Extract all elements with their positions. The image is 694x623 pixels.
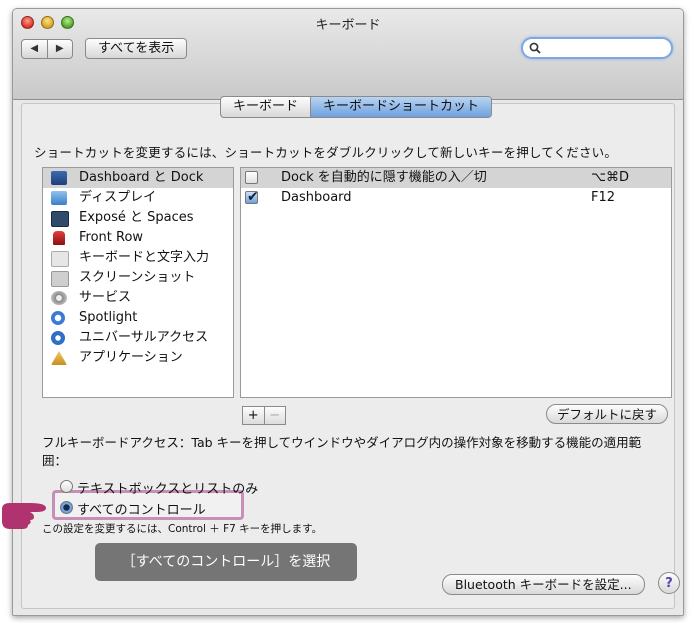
category-label: Front Row bbox=[79, 230, 144, 245]
category-item-display[interactable]: ディスプレイ bbox=[43, 188, 233, 208]
forward-button[interactable]: ▶ bbox=[48, 40, 73, 58]
front-row-icon bbox=[53, 231, 65, 245]
back-button[interactable]: ◀ bbox=[22, 40, 48, 58]
radio-all-controls[interactable] bbox=[60, 501, 73, 514]
category-item-spotlight[interactable]: Spotlight bbox=[43, 308, 233, 328]
universal-access-icon bbox=[51, 331, 65, 345]
category-item-front-row[interactable]: Front Row bbox=[43, 228, 233, 248]
category-label: Exposé と Spaces bbox=[79, 210, 194, 225]
content-area: キーボード キーボードショートカット ショートカットを変更するには、ショートカッ… bbox=[13, 96, 683, 615]
tab-panel: キーボード キーボードショートカット ショートカットを変更するには、ショートカッ… bbox=[21, 96, 680, 609]
search-input[interactable] bbox=[521, 37, 673, 59]
shortcut-checkbox[interactable] bbox=[245, 171, 258, 184]
add-shortcut-button[interactable]: + bbox=[243, 407, 264, 424]
category-label: サービス bbox=[79, 290, 132, 305]
shortcut-note: この設定を変更するには、Control ＋ F7 キーを押します。 bbox=[42, 523, 323, 535]
full-keyboard-access-description: フルキーボードアクセス：Tab キーを押してウインドウやダイアログ内の操作対象を… bbox=[42, 435, 642, 468]
shortcut-table[interactable]: Dock を自動的に隠す機能の入／切 ⌥⌘D ✔ Dashboard F12 bbox=[240, 167, 672, 398]
tab-keyboard-shortcuts[interactable]: キーボードショートカット bbox=[310, 97, 492, 117]
gear-icon bbox=[51, 291, 67, 305]
category-item-universal-access[interactable]: ユニバーサルアクセス bbox=[43, 328, 233, 348]
show-all-button[interactable]: すべてを表示 bbox=[85, 38, 188, 59]
window-title: キーボード bbox=[315, 18, 381, 33]
dashboard-icon bbox=[51, 171, 67, 185]
instruction-text: ショートカットを変更するには、ショートカットをダブルクリックして新しいキーを押し… bbox=[34, 145, 618, 160]
search-icon bbox=[529, 42, 541, 57]
category-label: Spotlight bbox=[79, 310, 138, 325]
tab-keyboard[interactable]: キーボード bbox=[221, 97, 310, 117]
radio-label: すべてのコントロール bbox=[77, 503, 206, 518]
table-row[interactable]: ✔ Dashboard F12 bbox=[241, 188, 671, 208]
category-label: Dashboard と Dock bbox=[79, 170, 204, 185]
callout-label: ［すべてのコントロール］を選択 bbox=[95, 543, 357, 581]
checkmark-icon: ✔ bbox=[247, 189, 259, 205]
category-label: スクリーンショット bbox=[79, 270, 196, 285]
category-list[interactable]: Dashboard と Dock ディスプレイ Exposé と Spaces … bbox=[42, 167, 234, 398]
category-item-applications[interactable]: アプリケーション bbox=[43, 348, 233, 368]
spotlight-icon bbox=[51, 311, 65, 325]
help-button[interactable]: ? bbox=[658, 572, 680, 594]
shortcut-key[interactable]: ⌥⌘D bbox=[591, 168, 629, 188]
display-icon bbox=[51, 191, 67, 205]
radio-text-boxes-lists[interactable] bbox=[60, 480, 73, 493]
tab-bar: キーボード キーボードショートカット bbox=[220, 96, 493, 118]
add-remove-buttons: + − bbox=[242, 406, 286, 425]
keyboard-input-icon bbox=[51, 251, 69, 267]
shortcut-name: Dock を自動的に隠す機能の入／切 bbox=[281, 170, 487, 185]
shortcut-name: Dashboard bbox=[281, 190, 352, 205]
pointing-hand-icon bbox=[0, 497, 50, 537]
restore-defaults-button[interactable]: デフォルトに戻す bbox=[546, 404, 669, 424]
remove-shortcut-button[interactable]: − bbox=[263, 407, 286, 424]
category-item-services[interactable]: サービス bbox=[43, 288, 233, 308]
spaces-icon bbox=[51, 211, 69, 227]
shortcut-key[interactable]: F12 bbox=[591, 188, 615, 208]
category-item-screenshot[interactable]: スクリーンショット bbox=[43, 268, 233, 288]
category-label: ユニバーサルアクセス bbox=[79, 330, 209, 345]
radio-label: テキストボックスとリストのみ bbox=[77, 482, 259, 497]
table-row[interactable]: Dock を自動的に隠す機能の入／切 ⌥⌘D bbox=[241, 168, 671, 188]
keyboard-preferences-window: キーボード ◀ ▶ すべてを表示 キーボード キーボードショートカット ショート… bbox=[12, 8, 684, 616]
category-label: アプリケーション bbox=[79, 350, 183, 365]
category-label: ディスプレイ bbox=[79, 190, 157, 205]
applications-icon bbox=[51, 351, 67, 365]
category-label: キーボードと文字入力 bbox=[79, 250, 210, 265]
category-item-keyboard-input[interactable]: キーボードと文字入力 bbox=[43, 248, 233, 268]
back-forward-buttons: ◀ ▶ bbox=[21, 39, 73, 59]
bluetooth-keyboard-button[interactable]: Bluetooth キーボードを設定... bbox=[442, 574, 645, 595]
category-item-expose-spaces[interactable]: Exposé と Spaces bbox=[43, 208, 233, 228]
titlebar: キーボード ◀ ▶ すべてを表示 bbox=[13, 9, 683, 100]
category-item-dashboard-dock[interactable]: Dashboard と Dock bbox=[43, 168, 233, 188]
screenshot-icon bbox=[51, 271, 69, 287]
shortcut-checkbox[interactable]: ✔ bbox=[245, 189, 259, 205]
